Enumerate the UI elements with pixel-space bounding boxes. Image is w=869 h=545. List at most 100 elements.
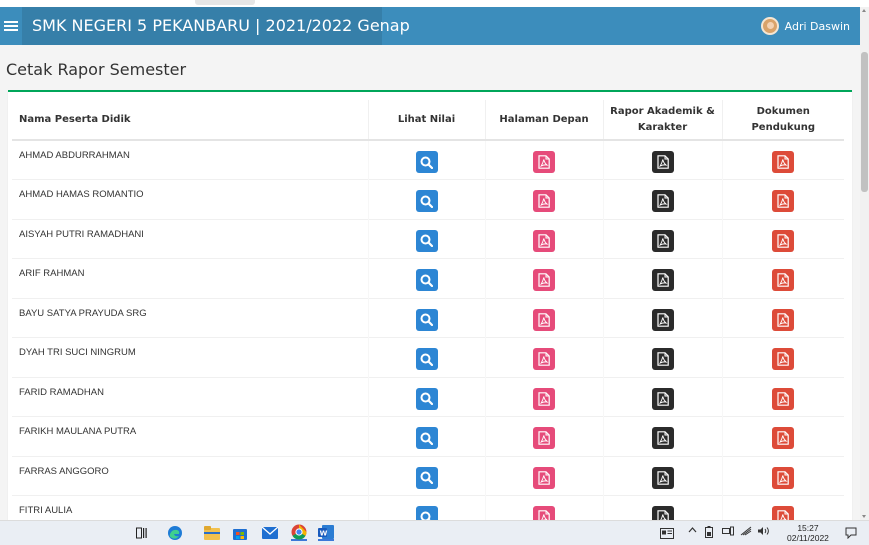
rapor-akademik-pdf-button[interactable] xyxy=(651,308,674,331)
lihat-nilai-button[interactable] xyxy=(415,466,438,489)
action-cell xyxy=(484,337,603,377)
action-cell xyxy=(602,139,722,180)
svg-text:W: W xyxy=(320,529,328,537)
user-menu[interactable]: Adri Daswin xyxy=(760,17,850,35)
dokumen-pendukung-pdf-button[interactable] xyxy=(772,229,795,252)
halaman-depan-pdf-button[interactable] xyxy=(533,151,555,173)
taskbar-clock[interactable]: 15:27 02/11/2022 xyxy=(787,523,829,543)
rapor-akademik-pdf-button[interactable] xyxy=(651,151,674,173)
action-cell xyxy=(484,139,603,180)
col-header-lihat-nilai: Lihat Nilai xyxy=(367,100,485,141)
dokumen-pendukung-pdf-button[interactable] xyxy=(772,269,795,291)
action-cell xyxy=(484,297,603,338)
rapor-akademik-pdf-button[interactable] xyxy=(651,348,674,370)
pdf-file-icon xyxy=(538,194,550,208)
action-cell xyxy=(602,297,722,338)
pdf-file-icon xyxy=(538,391,550,406)
pdf-file-icon xyxy=(656,233,669,248)
student-name: ARIF RAHMAN xyxy=(12,258,368,298)
halaman-depan-pdf-button[interactable] xyxy=(533,190,555,212)
search-icon xyxy=(420,432,433,445)
pdf-file-icon xyxy=(538,470,550,485)
volume-icon[interactable] xyxy=(757,526,771,539)
student-name: AISYAH PUTRI RAMADHANI xyxy=(12,218,368,259)
dokumen-pendukung-pdf-button[interactable] xyxy=(772,190,795,212)
scroll-up-arrow-icon[interactable] xyxy=(862,9,866,12)
table-row: BAYU SATYA PRAYUDA SRG xyxy=(12,297,844,338)
action-cell xyxy=(484,218,603,259)
pdf-file-icon xyxy=(538,273,550,287)
lihat-nilai-button[interactable] xyxy=(415,190,438,212)
browser-top-strip xyxy=(0,0,869,7)
halaman-depan-pdf-button[interactable] xyxy=(533,387,555,410)
browser-tab[interactable] xyxy=(195,0,255,5)
dokumen-pendukung-pdf-button[interactable] xyxy=(772,427,795,449)
rapor-akademik-pdf-button[interactable] xyxy=(651,466,674,489)
pdf-file-icon xyxy=(538,510,550,520)
rapor-akademik-pdf-button[interactable] xyxy=(651,190,674,212)
halaman-depan-pdf-button[interactable] xyxy=(533,427,555,449)
lihat-nilai-button[interactable] xyxy=(415,308,438,331)
lihat-nilai-button[interactable] xyxy=(415,269,438,291)
chrome-icon[interactable] xyxy=(291,524,307,541)
dokumen-pendukung-pdf-button[interactable] xyxy=(772,151,795,173)
word-icon[interactable]: W xyxy=(318,525,334,541)
rapor-akademik-pdf-button[interactable] xyxy=(651,269,674,291)
action-cell xyxy=(367,297,485,338)
table-header-row: Nama Peserta Didik Lihat Nilai Halaman D… xyxy=(12,100,844,141)
pdf-file-icon xyxy=(777,312,790,327)
rapor-akademik-pdf-button[interactable] xyxy=(651,427,674,449)
task-view-icon[interactable] xyxy=(134,525,150,541)
file-explorer-icon[interactable] xyxy=(204,525,220,541)
network-icon[interactable] xyxy=(722,526,734,539)
dokumen-pendukung-pdf-button[interactable] xyxy=(772,308,795,331)
dokumen-pendukung-pdf-button[interactable] xyxy=(772,348,795,370)
clock-date: 02/11/2022 xyxy=(787,533,829,543)
notifications-icon[interactable] xyxy=(843,525,859,541)
show-hidden-icons-chevron-icon[interactable] xyxy=(688,526,697,537)
scrollbar-thumb[interactable] xyxy=(861,52,868,192)
scroll-down-arrow-icon[interactable] xyxy=(862,515,866,518)
action-cell xyxy=(721,297,844,338)
pdf-file-icon xyxy=(777,470,790,485)
action-cell xyxy=(602,258,722,298)
school-title[interactable]: SMK NEGERI 5 PEKANBARU | 2021/2022 Genap xyxy=(32,16,410,35)
rapor-akademik-pdf-button[interactable] xyxy=(651,506,674,520)
wifi-icon[interactable] xyxy=(740,526,752,539)
lihat-nilai-button[interactable] xyxy=(415,151,438,173)
page-scrollbar[interactable] xyxy=(860,7,869,520)
dokumen-pendukung-pdf-button[interactable] xyxy=(772,506,795,520)
pdf-file-icon xyxy=(656,431,669,445)
action-cell xyxy=(721,495,844,520)
col-header-halaman-depan: Halaman Depan xyxy=(484,100,603,141)
rapor-akademik-pdf-button[interactable] xyxy=(651,387,674,410)
battery-icon[interactable] xyxy=(705,526,713,541)
pdf-file-icon xyxy=(777,391,790,406)
action-cell xyxy=(721,139,844,180)
lihat-nilai-button[interactable] xyxy=(415,229,438,252)
dokumen-pendukung-pdf-button[interactable] xyxy=(772,466,795,489)
dokumen-pendukung-pdf-button[interactable] xyxy=(772,387,795,410)
lihat-nilai-button[interactable] xyxy=(415,348,438,370)
halaman-depan-pdf-button[interactable] xyxy=(533,466,555,489)
halaman-depan-pdf-button[interactable] xyxy=(533,269,555,291)
lihat-nilai-button[interactable] xyxy=(415,427,438,449)
rapor-akademik-pdf-button[interactable] xyxy=(651,229,674,252)
top-navbar: SMK NEGERI 5 PEKANBARU | 2021/2022 Genap… xyxy=(0,7,860,45)
halaman-depan-pdf-button[interactable] xyxy=(533,308,555,331)
pdf-file-icon xyxy=(538,155,550,169)
halaman-depan-pdf-button[interactable] xyxy=(533,506,555,520)
halaman-depan-pdf-button[interactable] xyxy=(533,229,555,252)
mail-icon[interactable] xyxy=(262,525,278,541)
lihat-nilai-button[interactable] xyxy=(415,387,438,410)
lihat-nilai-button[interactable] xyxy=(415,506,438,520)
microsoft-store-icon[interactable] xyxy=(232,525,248,541)
table-row: AHMAD HAMAS ROMANTIO xyxy=(12,179,844,219)
halaman-depan-pdf-button[interactable] xyxy=(533,348,555,370)
hamburger-menu-icon[interactable] xyxy=(4,16,18,36)
pdf-file-icon xyxy=(777,194,790,208)
news-widget-icon[interactable] xyxy=(659,525,675,541)
edge-browser-icon[interactable] xyxy=(167,525,183,541)
student-name: AHMAD ABDURRAHMAN xyxy=(12,139,368,180)
action-cell xyxy=(602,179,722,219)
